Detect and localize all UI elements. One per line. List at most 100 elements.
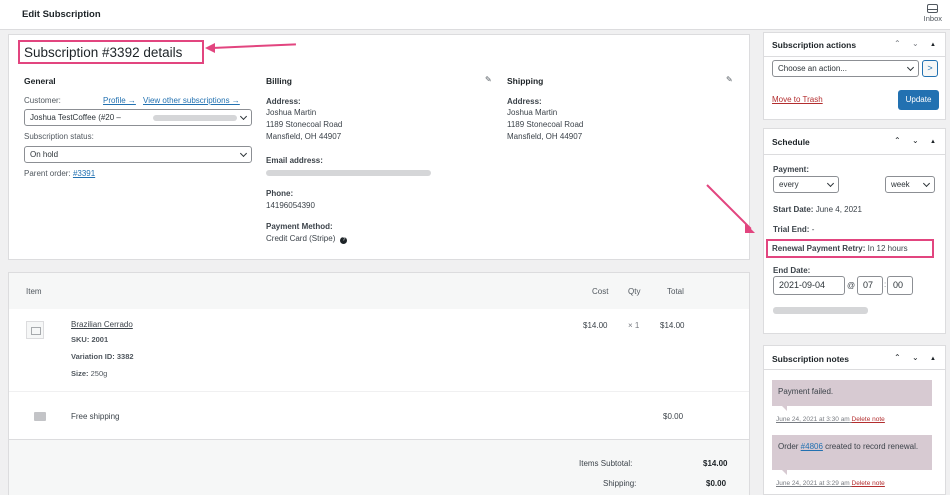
- action-select[interactable]: Choose an action...: [772, 60, 919, 77]
- payment-method-row: Credit Card (Stripe)?: [266, 233, 348, 245]
- customer-value: Joshua TestCoffee (#20 –: [30, 113, 121, 122]
- page-title: Edit Subscription: [22, 9, 101, 20]
- shipping-heading: Shipping: [507, 76, 544, 86]
- start-date: Start Date: June 4, 2021: [773, 205, 862, 214]
- redacted-email: [266, 170, 431, 176]
- shipping-method-name: Free shipping: [71, 412, 120, 421]
- totals-area: Items Subtotal: $14.00 Shipping: $0.00: [9, 439, 749, 495]
- chevron-down-icon[interactable]: ⌄: [912, 39, 919, 48]
- customer-label: Customer:: [24, 96, 61, 105]
- subtotal-value: $14.00: [703, 459, 728, 468]
- chevron-down-icon: [922, 179, 931, 188]
- notes-box-header[interactable]: Subscription notes ⌃ ⌄ ▲: [764, 346, 945, 370]
- phone-label: Phone:: [266, 189, 294, 198]
- redacted-customer-email: [153, 115, 237, 121]
- view-other-subscriptions-link[interactable]: View other subscriptions →: [143, 96, 240, 105]
- status-select[interactable]: On hold: [24, 146, 252, 163]
- product-cost: $14.00: [583, 321, 608, 330]
- actions-box-header[interactable]: Subscription actions ⌃ ⌄ ▲: [764, 33, 945, 57]
- shipping-icon: [34, 412, 46, 421]
- order-link[interactable]: #4806: [801, 442, 823, 451]
- product-sku: SKU: 2001: [71, 335, 109, 344]
- billing-heading: Billing: [266, 76, 292, 86]
- action-select-value: Choose an action...: [778, 64, 847, 73]
- end-hour-input[interactable]: 07: [857, 276, 883, 295]
- inbox-label: Inbox: [923, 14, 942, 23]
- triangle-up-icon[interactable]: ▲: [930, 139, 936, 145]
- end-date-label: End Date:: [773, 266, 811, 275]
- product-placeholder-icon: [26, 321, 44, 339]
- chevron-down-icon: [906, 63, 915, 72]
- product-name-link[interactable]: Brazilian Cerrado: [71, 320, 133, 329]
- chevron-down-icon: [239, 112, 248, 121]
- customer-select[interactable]: Joshua TestCoffee (#20 –: [24, 109, 252, 126]
- inbox-icon: [927, 4, 939, 13]
- note-item: Order #4806 created to record renewal.: [772, 435, 932, 475]
- schedule-box-header[interactable]: Schedule ⌃ ⌄ ▲: [764, 129, 945, 155]
- apply-action-button[interactable]: >: [922, 60, 938, 77]
- product-variation: Variation ID: 3382: [71, 352, 134, 361]
- shipping-line-total: $0.00: [663, 412, 684, 421]
- note-text: Payment failed.: [778, 387, 834, 396]
- help-icon[interactable]: ?: [340, 237, 348, 244]
- chevron-up-icon[interactable]: ⌃: [894, 136, 901, 145]
- billing-interval-select[interactable]: every: [773, 176, 839, 193]
- parent-order-label: Parent order: #3391: [24, 169, 95, 178]
- end-minute-input[interactable]: 00: [887, 276, 913, 295]
- note-meta: June 24, 2021 at 3:29 am Delete note: [776, 480, 885, 487]
- shipping-address-line-1: Joshua Martin: [507, 108, 558, 117]
- actions-title: Subscription actions: [772, 40, 857, 50]
- note-item: Payment failed.: [772, 380, 932, 411]
- product-size: Size: 250g: [71, 369, 108, 378]
- email-label: Email address:: [266, 156, 323, 165]
- chevron-down-icon[interactable]: ⌄: [912, 353, 919, 362]
- subscription-actions-box: Subscription actions ⌃ ⌄ ▲ Choose an act…: [763, 32, 946, 120]
- schedule-title: Schedule: [772, 137, 810, 147]
- redacted-timezone: [773, 307, 868, 314]
- billing-period-select[interactable]: week: [885, 176, 935, 193]
- qty-column-header: Qty: [628, 287, 641, 296]
- update-button[interactable]: Update: [898, 90, 939, 110]
- payment-method-value: Credit Card (Stripe): [266, 234, 336, 243]
- shipping-total-label: Shipping:: [603, 479, 637, 488]
- time-separator: :: [884, 280, 887, 289]
- pencil-icon[interactable]: ✎: [726, 75, 733, 84]
- parent-order-link[interactable]: #3391: [73, 169, 95, 178]
- item-column-header: Item: [26, 287, 42, 296]
- notes-title: Subscription notes: [772, 354, 849, 364]
- subtotal-label: Items Subtotal:: [579, 459, 633, 468]
- move-to-trash-link[interactable]: Move to Trash: [772, 95, 823, 104]
- items-divider: [9, 391, 749, 392]
- note-meta: June 24, 2021 at 3:30 am Delete note: [776, 416, 885, 423]
- chevron-up-icon[interactable]: ⌃: [894, 39, 901, 48]
- billing-address-line-2: 1189 Stonecoal Road: [266, 120, 343, 129]
- product-total: $14.00: [660, 321, 685, 330]
- end-date-input[interactable]: 2021-09-04: [773, 276, 845, 295]
- total-column-header: Total: [667, 287, 684, 296]
- pencil-icon[interactable]: ✎: [485, 75, 492, 84]
- status-value: On hold: [30, 150, 59, 159]
- shipping-address-line-2: 1189 Stonecoal Road: [507, 120, 584, 129]
- general-heading: General: [24, 76, 56, 86]
- billing-address-line-3: Mansfield, OH 44907: [266, 132, 342, 141]
- profile-link[interactable]: Profile →: [103, 96, 136, 105]
- annotation-arrow-head: [745, 223, 755, 233]
- delete-note-link[interactable]: Delete note: [852, 480, 885, 487]
- chevron-up-icon[interactable]: ⌃: [894, 353, 901, 362]
- inbox-button[interactable]: Inbox: [924, 4, 942, 23]
- triangle-up-icon[interactable]: ▲: [930, 356, 936, 362]
- phone-value: 14196054390: [266, 201, 315, 210]
- delete-note-link[interactable]: Delete note: [852, 416, 885, 423]
- chevron-down-icon[interactable]: ⌄: [912, 136, 919, 145]
- subscription-details-panel: Subscription #3392 details General Custo…: [8, 34, 750, 260]
- payment-label: Payment:: [773, 165, 810, 174]
- billing-address-line-1: Joshua Martin: [266, 108, 317, 117]
- order-items-panel: Item Cost Qty Total Brazilian Cerrado SK…: [8, 272, 750, 495]
- triangle-up-icon[interactable]: ▲: [930, 42, 936, 48]
- shipping-address-label: Address:: [507, 97, 542, 106]
- subscription-notes-box: Subscription notes ⌃ ⌄ ▲ Payment failed.…: [763, 345, 946, 495]
- shipping-total-value: $0.00: [706, 479, 727, 488]
- schedule-box: Schedule ⌃ ⌄ ▲ Payment: every week Start…: [763, 128, 946, 334]
- status-label: Subscription status:: [24, 132, 94, 141]
- chevron-down-icon: [239, 149, 248, 158]
